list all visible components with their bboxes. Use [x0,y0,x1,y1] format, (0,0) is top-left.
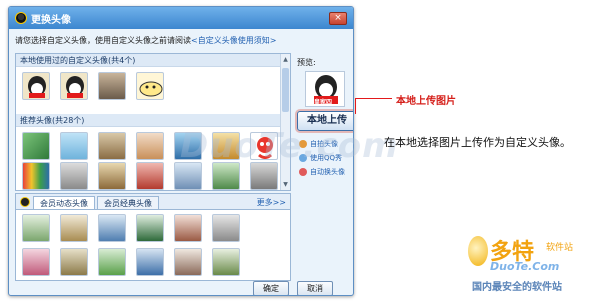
avatar-thumb[interactable] [212,248,240,276]
avatar-thumb[interactable] [212,132,240,160]
side-link-selfie[interactable]: 自拍头像 [299,139,338,149]
callout-line-vertical [355,98,356,114]
avatar-thumb[interactable] [22,162,50,190]
brand-logo: 多特 软件站 DuoTe.Com 国内最安全的软件站 [468,234,596,302]
brand-drop-icon [468,236,488,266]
avatar-thumb[interactable] [212,162,240,190]
avatar-thumb[interactable] [60,72,88,100]
avatar-thumb[interactable] [98,162,126,190]
avatar-thumb[interactable] [174,162,202,190]
avatar-thumb[interactable] [212,214,240,242]
camera-icon [299,140,307,148]
avatar-thumb[interactable] [98,132,126,160]
avatar-thumb[interactable] [60,162,88,190]
avatar-thumb[interactable] [136,162,164,190]
avatar-thumb[interactable] [98,248,126,276]
avatar-thumb[interactable] [60,132,88,160]
brand-domain: DuoTe.Com [490,260,560,273]
side-link-label: 自动换头像 [310,168,345,176]
qq-penguin-icon [15,12,27,24]
avatar-thumb[interactable] [136,72,164,100]
scroll-thumb[interactable] [282,68,289,112]
avatar-thumb[interactable] [250,132,278,160]
avatar-thumb[interactable] [136,132,164,160]
tab-classic-avatars[interactable]: 会员经典头像 [97,196,159,209]
dialog-title: 更换头像 [31,14,71,26]
cancel-button[interactable]: 取消 [297,281,333,295]
side-link-label: 使用QQ秀 [310,154,343,162]
avatar-thumb[interactable] [136,214,164,242]
member-avatar-panel [15,209,291,281]
avatar-gallery: 本地使用过的自定义头像(共4个) 推荐头像(共28个) ▲ ▼ [15,53,291,191]
change-avatar-dialog: 更换头像 × 请您选择自定义头像，使用自定义头像之前请阅读<自定义头像使用须知>… [8,6,354,296]
scroll-down-icon[interactable]: ▼ [282,181,289,188]
avatar-thumb[interactable] [98,214,126,242]
auto-change-icon [299,168,307,176]
avatar-thumb[interactable] [250,162,278,190]
preview-label: 预览: [297,58,316,67]
recommended-row-1 [22,132,288,160]
main-caption: 在本地选择图片上传作为自定义头像。 [384,136,571,149]
avatar-tabs: 会员动态头像 会员经典头像 更多>> [15,193,291,209]
avatar-thumb[interactable] [174,132,202,160]
avatar-thumb[interactable] [98,72,126,100]
callout-line [356,98,392,99]
avatar-thumb[interactable] [22,72,50,100]
callout-label: 本地上传图片 [396,96,456,107]
recommended-row-2 [22,162,288,190]
avatar-thumb[interactable] [174,214,202,242]
recent-avatars-header: 本地使用过的自定义头像(共4个) [16,54,290,67]
avatar-thumb[interactable] [136,248,164,276]
local-upload-button[interactable]: 本地上传 [297,111,353,131]
side-link-qqshow[interactable]: 使用QQ秀 [299,153,342,163]
tab-dynamic-avatars[interactable]: 会员动态头像 [33,196,95,209]
side-link-auto-change[interactable]: 自动换头像 [299,167,345,177]
avatar-preview: 皇家四 [305,71,345,107]
recent-avatar-row [22,72,174,100]
avatar-thumb[interactable] [22,214,50,242]
member-row-1 [22,214,250,242]
avatar-thumb[interactable] [22,248,50,276]
notice-link[interactable]: <自定义头像使用须知> [191,36,276,45]
side-link-label: 自拍头像 [310,140,338,148]
scroll-up-icon[interactable]: ▲ [282,56,289,63]
more-link[interactable]: 更多>> [257,196,286,209]
avatar-thumb[interactable] [22,132,50,160]
brand-sub: 软件站 [546,243,574,253]
member-row-2 [22,248,250,276]
preview-badge: 皇家四 [314,99,333,106]
gallery-scrollbar[interactable]: ▲ ▼ [280,54,290,190]
close-button[interactable]: × [329,12,347,25]
recommended-avatars-header: 推荐头像(共28个) [16,114,290,127]
brand-tagline: 国内最安全的软件站 [472,282,562,293]
qq-vip-icon [20,197,30,207]
intro-label: 请您选择自定义头像，使用自定义头像之前请阅读 [15,36,191,45]
avatar-thumb[interactable] [60,214,88,242]
intro-text: 请您选择自定义头像，使用自定义头像之前请阅读<自定义头像使用须知> [15,35,345,49]
qqshow-icon [299,154,307,162]
avatar-thumb[interactable] [60,248,88,276]
titlebar: 更换头像 [9,7,353,29]
ok-button[interactable]: 确定 [253,281,289,295]
avatar-thumb[interactable] [174,248,202,276]
